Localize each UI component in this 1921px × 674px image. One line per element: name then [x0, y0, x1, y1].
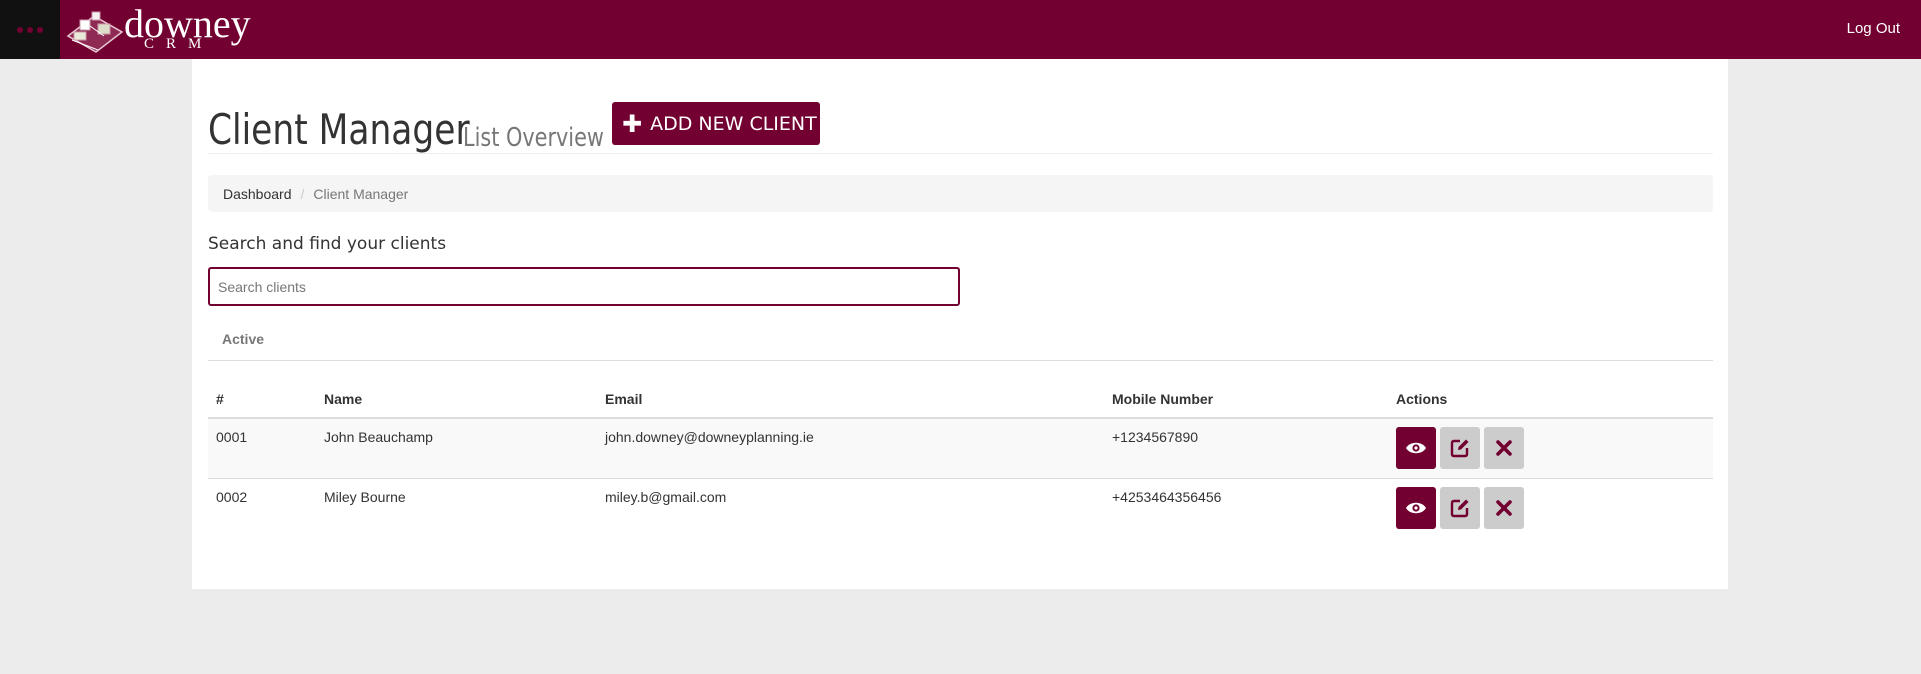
- page-subtitle: List Overview: [463, 123, 604, 153]
- close-icon: [1496, 440, 1512, 456]
- col-header-name[interactable]: Name: [316, 381, 597, 419]
- client-id: 0002: [208, 477, 316, 538]
- logo-subtitle: CRM: [144, 36, 214, 52]
- eye-icon: [1406, 502, 1426, 513]
- tab-active[interactable]: Active: [222, 331, 264, 347]
- row-actions: [1388, 477, 1713, 538]
- view-client-button[interactable]: [1396, 486, 1436, 529]
- delete-client-button[interactable]: [1484, 427, 1524, 469]
- breadcrumb-dashboard[interactable]: Dashboard: [223, 186, 292, 202]
- col-header-mobile[interactable]: Mobile Number: [1104, 381, 1388, 419]
- plus-icon: ✚: [622, 109, 643, 138]
- page-title: Client Manager: [208, 105, 470, 154]
- header-divider: [208, 153, 1713, 154]
- app-logo[interactable]: downey CRM: [62, 1, 262, 57]
- table-row[interactable]: 0001 John Beauchamp john.downey@downeypl…: [208, 417, 1713, 478]
- breadcrumb: Dashboard / Client Manager: [208, 175, 1713, 212]
- delete-client-button[interactable]: [1484, 486, 1524, 529]
- eye-icon: [1406, 442, 1426, 454]
- breadcrumb-separator: /: [300, 185, 305, 202]
- edit-icon: [1450, 439, 1469, 458]
- table-header-row: # Name Email Mobile Number Actions: [208, 381, 1713, 419]
- client-name: John Beauchamp: [316, 417, 597, 478]
- edit-client-button[interactable]: [1440, 427, 1480, 469]
- edit-client-button[interactable]: [1440, 486, 1480, 529]
- close-icon: [1496, 499, 1512, 516]
- client-email: miley.b@gmail.com: [597, 477, 1104, 538]
- top-navbar: downey CRM Log Out: [0, 0, 1921, 59]
- client-mobile: +4253464356456: [1104, 477, 1388, 538]
- client-id: 0001: [208, 417, 316, 478]
- clients-table: # Name Email Mobile Number Actions 0001 …: [208, 381, 1713, 538]
- logo-mark-icon: [66, 11, 124, 53]
- menu-dot: [37, 26, 43, 33]
- client-email: john.downey@downeyplanning.ie: [597, 417, 1104, 478]
- client-mobile: +1234567890: [1104, 417, 1388, 478]
- breadcrumb-current: Client Manager: [313, 185, 409, 202]
- row-actions: [1388, 417, 1713, 478]
- logout-link[interactable]: Log Out: [1847, 20, 1900, 37]
- status-tabs: Active: [208, 323, 1713, 361]
- view-client-button[interactable]: [1396, 427, 1436, 469]
- col-header-id[interactable]: #: [208, 381, 316, 419]
- add-new-client-button[interactable]: ✚ ADD NEW CLIENT: [612, 102, 820, 145]
- edit-icon: [1450, 499, 1469, 517]
- col-header-email[interactable]: Email: [597, 381, 1104, 419]
- menu-toggle-button[interactable]: [0, 0, 60, 59]
- menu-dots-icon: [17, 26, 23, 33]
- search-input[interactable]: [208, 267, 960, 306]
- client-name: Miley Bourne: [316, 477, 597, 538]
- menu-dot: [27, 26, 33, 33]
- main-panel: Client Manager List Overview ✚ ADD NEW C…: [192, 59, 1728, 589]
- search-label: Search and find your clients: [208, 234, 447, 254]
- col-header-actions: Actions: [1388, 381, 1713, 419]
- add-new-client-label: ADD NEW CLIENT: [650, 112, 817, 135]
- table-row[interactable]: 0002 Miley Bourne miley.b@gmail.com +425…: [208, 477, 1713, 538]
